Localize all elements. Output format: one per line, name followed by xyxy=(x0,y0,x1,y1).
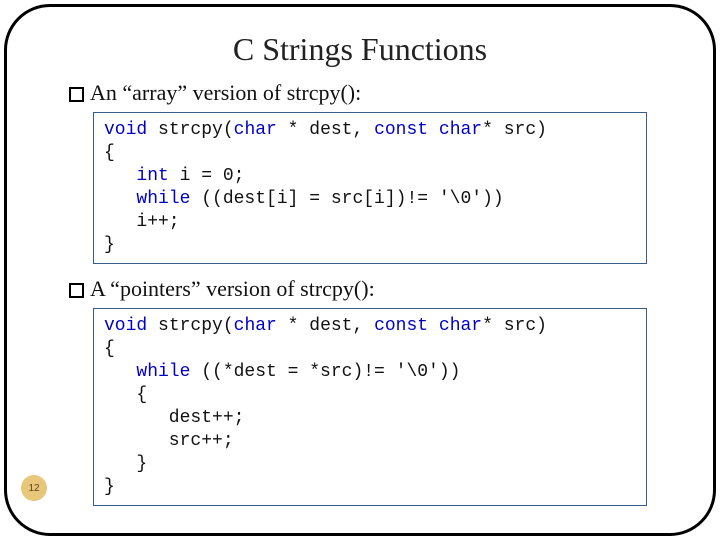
code-text xyxy=(104,189,136,209)
code-block-array: void strcpy(char * dest, const char* src… xyxy=(93,112,647,264)
code-block-pointers: void strcpy(char * dest, const char* src… xyxy=(93,308,647,506)
slide-title: C Strings Functions xyxy=(35,31,685,68)
square-bullet-icon xyxy=(69,283,84,298)
code-text: i = 0; xyxy=(169,166,245,186)
code-text: * src) xyxy=(482,120,547,140)
code-text: } xyxy=(104,477,115,497)
kw-char: char xyxy=(234,316,277,336)
code-text: } xyxy=(104,454,147,474)
slide-frame: C Strings Functions An “array” version o… xyxy=(4,4,716,536)
kw-void: void xyxy=(104,120,147,140)
code-text: strcpy( xyxy=(147,120,233,140)
code-text xyxy=(104,166,136,186)
kw-void: void xyxy=(104,316,147,336)
kw-while: while xyxy=(136,362,190,382)
bullet-text: A “pointers” version of strcpy(): xyxy=(90,276,375,302)
code-text: * dest, xyxy=(277,316,374,336)
kw-int: int xyxy=(136,166,168,186)
bullet-pointers-version: A “pointers” version of strcpy(): xyxy=(69,276,685,302)
kw-char: char xyxy=(234,120,277,140)
code-text: * src) xyxy=(482,316,547,336)
code-text: strcpy( xyxy=(147,316,233,336)
bullet-array-version: An “array” version of strcpy(): xyxy=(69,80,685,106)
code-text: } xyxy=(104,235,115,255)
code-text: { xyxy=(104,339,115,359)
kw-const-char: const char xyxy=(374,316,482,336)
code-text: ((*dest = *src)!= '\0')) xyxy=(190,362,460,382)
page-number-badge: 12 xyxy=(21,475,47,501)
square-bullet-icon xyxy=(69,87,84,102)
kw-const-char: const char xyxy=(374,120,482,140)
code-text: i++; xyxy=(104,212,180,232)
code-text: * dest, xyxy=(277,120,374,140)
code-text: src++; xyxy=(104,431,234,451)
code-text: ((dest[i] = src[i])!= '\0')) xyxy=(190,189,503,209)
bullet-text: An “array” version of strcpy(): xyxy=(90,80,361,106)
code-text: { xyxy=(104,385,147,405)
kw-while: while xyxy=(136,189,190,209)
code-text: dest++; xyxy=(104,408,244,428)
code-text: { xyxy=(104,143,115,163)
code-text xyxy=(104,362,136,382)
